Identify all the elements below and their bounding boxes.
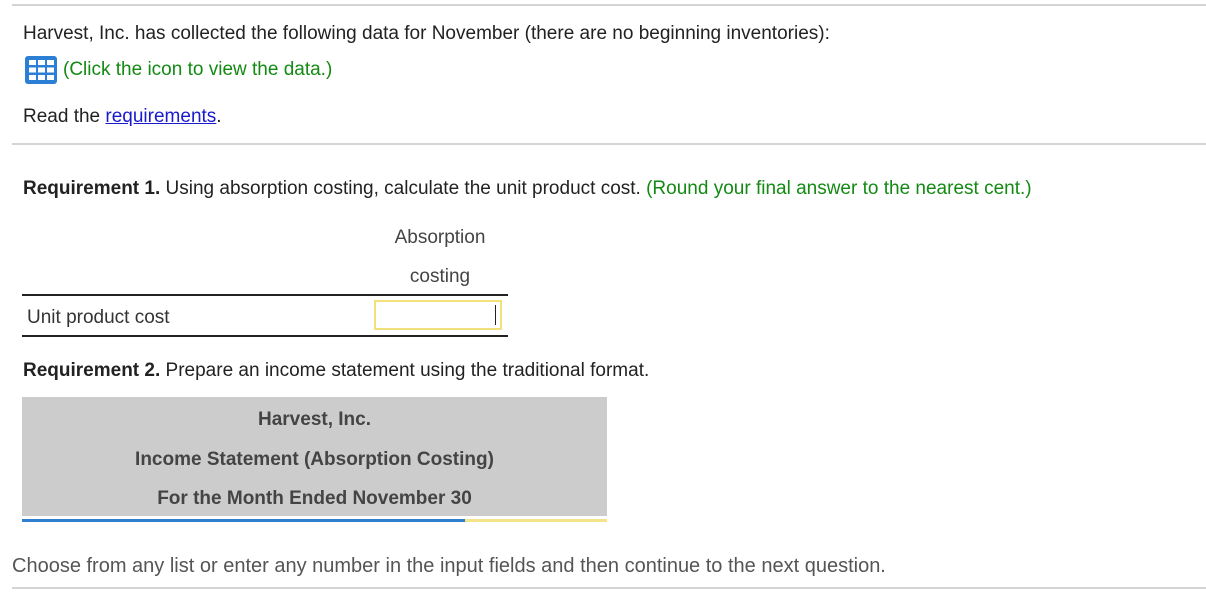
table-top-rule: [22, 294, 508, 296]
text-caret: [495, 305, 496, 325]
read-prefix: Read the: [23, 106, 106, 127]
income-statement-header: Harvest, Inc. Income Statement (Absorpti…: [22, 397, 607, 516]
requirement-1-prompt: Requirement 1. Using absorption costing,…: [23, 177, 1032, 201]
bottom-divider: [12, 587, 1206, 589]
unit-product-cost-input[interactable]: [374, 300, 502, 330]
top-divider: [12, 4, 1206, 6]
requirement-1-text: Using absorption costing, calculate the …: [160, 178, 641, 199]
statement-company: Harvest, Inc.: [258, 409, 371, 430]
statement-title: Income Statement (Absorption Costing): [135, 449, 494, 470]
requirement-2-prompt: Requirement 2. Prepare an income stateme…: [23, 359, 649, 383]
unit-product-cost-label: Unit product cost: [27, 307, 170, 328]
read-suffix: .: [216, 106, 222, 127]
column-header-costing: costing: [409, 266, 471, 287]
view-data-text[interactable]: (Click the icon to view the data.): [63, 58, 332, 82]
intro-text: Harvest, Inc. has collected the followin…: [23, 23, 830, 44]
statement-row-edge-blue: [22, 519, 465, 522]
footer-instructions: Choose from any list or enter any number…: [12, 555, 886, 577]
view-data-link[interactable]: (Click the icon to view the data.): [25, 56, 332, 84]
table-grid-icon[interactable]: [25, 56, 57, 84]
requirement-2-label: Requirement 2.: [23, 360, 161, 381]
table-bottom-rule: [22, 335, 508, 337]
section-divider: [12, 143, 1206, 145]
statement-row-edge-yellow: [465, 519, 607, 522]
requirement-2-text: Prepare an income statement using the tr…: [160, 360, 650, 381]
read-requirements-line: Read the requirements.: [23, 105, 222, 129]
requirements-link[interactable]: requirements: [105, 106, 216, 127]
statement-period: For the Month Ended November 30: [157, 488, 472, 509]
requirement-1-hint: (Round your final answer to the nearest …: [640, 178, 1032, 199]
requirement-1-label: Requirement 1.: [23, 178, 161, 199]
column-header-absorption: Absorption: [394, 227, 486, 248]
